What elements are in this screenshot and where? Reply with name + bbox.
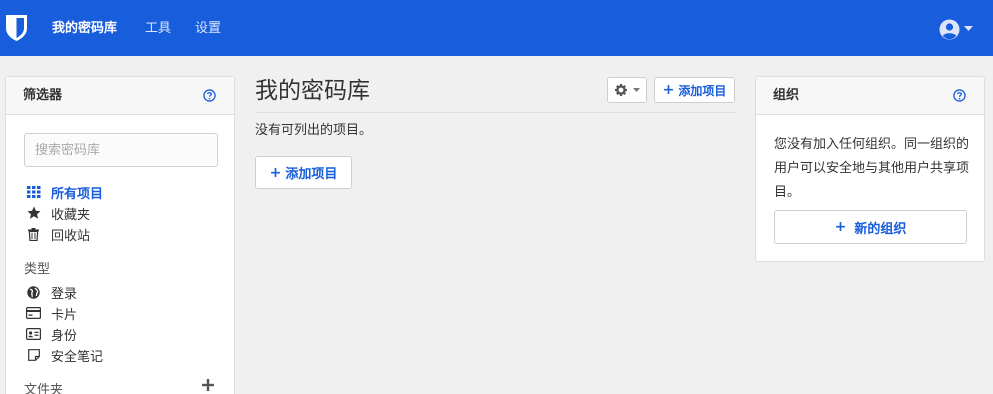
new-organization-button[interactable]: + 新的组织 [774, 210, 967, 244]
filter-all-items[interactable]: 所有项目 [26, 182, 103, 202]
star-icon [26, 206, 41, 221]
sticky-note-icon [26, 348, 41, 363]
filter-type-secure-note-label: 安全笔记 [51, 349, 104, 365]
types-heading: 类型 [24, 262, 51, 277]
user-menu[interactable] [939, 18, 973, 40]
filter-trash-label: 回收站 [51, 228, 91, 244]
trash-icon [26, 227, 41, 242]
filter-trash[interactable]: 回收站 [26, 224, 90, 244]
filter-type-login-label: 登录 [51, 286, 78, 302]
filter-favorites[interactable]: 收藏夹 [26, 203, 90, 223]
add-item-button-label: 添加项目 [678, 83, 727, 98]
filter-type-identity[interactable]: 身份 [26, 324, 77, 344]
nav-link-my-vault[interactable]: 我的密码库 [52, 19, 117, 39]
nav-link-settings[interactable]: 设置 [195, 19, 221, 39]
question-circle-icon[interactable] [953, 89, 966, 102]
filter-favorites-label: 收藏夹 [51, 207, 91, 223]
nav-link-tools[interactable]: 工具 [145, 19, 171, 39]
shield-icon[interactable] [5, 14, 28, 42]
plus-icon[interactable] [202, 379, 214, 391]
filter-type-card-label: 卡片 [51, 307, 78, 323]
grid-icon [26, 185, 41, 200]
caret-down-icon [632, 88, 640, 92]
filter-type-identity-label: 身份 [51, 328, 78, 344]
plus-icon: + [269, 164, 282, 181]
globe-icon [26, 285, 41, 300]
organizations-panel: 组织 您没有加入任何组织。同一组织的用户可以安全地与其他用户共享项目。 + 新的… [755, 76, 985, 262]
organizations-title: 组织 [773, 88, 800, 103]
new-organization-button-label: 新的组织 [854, 221, 907, 237]
filter-type-secure-note[interactable]: 安全笔记 [26, 345, 103, 365]
page-title: 我的密码库 [255, 78, 370, 104]
filter-type-login[interactable]: 登录 [26, 282, 77, 302]
add-item-button-main-label: 添加项目 [285, 167, 338, 182]
gear-icon [614, 84, 627, 96]
vault-options-button[interactable] [607, 77, 647, 103]
folders-heading: 文件夹 [24, 383, 64, 394]
search-input[interactable] [24, 133, 218, 167]
top-navbar: 我的密码库 工具 设置 [0, 0, 993, 56]
filter-title: 筛选器 [23, 88, 63, 103]
user-circle-icon [939, 19, 960, 39]
credit-card-icon [26, 306, 41, 321]
question-circle-icon[interactable] [203, 89, 216, 102]
id-card-icon [26, 327, 41, 342]
filter-all-items-label: 所有项目 [51, 186, 104, 202]
filter-header: 筛选器 [6, 77, 234, 115]
add-item-button[interactable]: + 添加项目 [654, 77, 735, 103]
filter-type-card[interactable]: 卡片 [26, 303, 77, 323]
plus-icon: + [834, 219, 847, 235]
filter-panel: 筛选器 所有项目 收藏夹 回收站 类型 [5, 76, 235, 394]
add-item-button-main[interactable]: + 添加项目 [255, 156, 352, 189]
plus-icon: + [662, 82, 675, 98]
organizations-description: 您没有加入任何组织。同一组织的用户可以安全地与其他用户共享项目。 [774, 137, 970, 200]
caret-down-icon [964, 26, 973, 31]
empty-message: 没有可列出的项目。 [255, 123, 373, 138]
organizations-header: 组织 [756, 77, 984, 115]
title-divider [255, 112, 735, 113]
